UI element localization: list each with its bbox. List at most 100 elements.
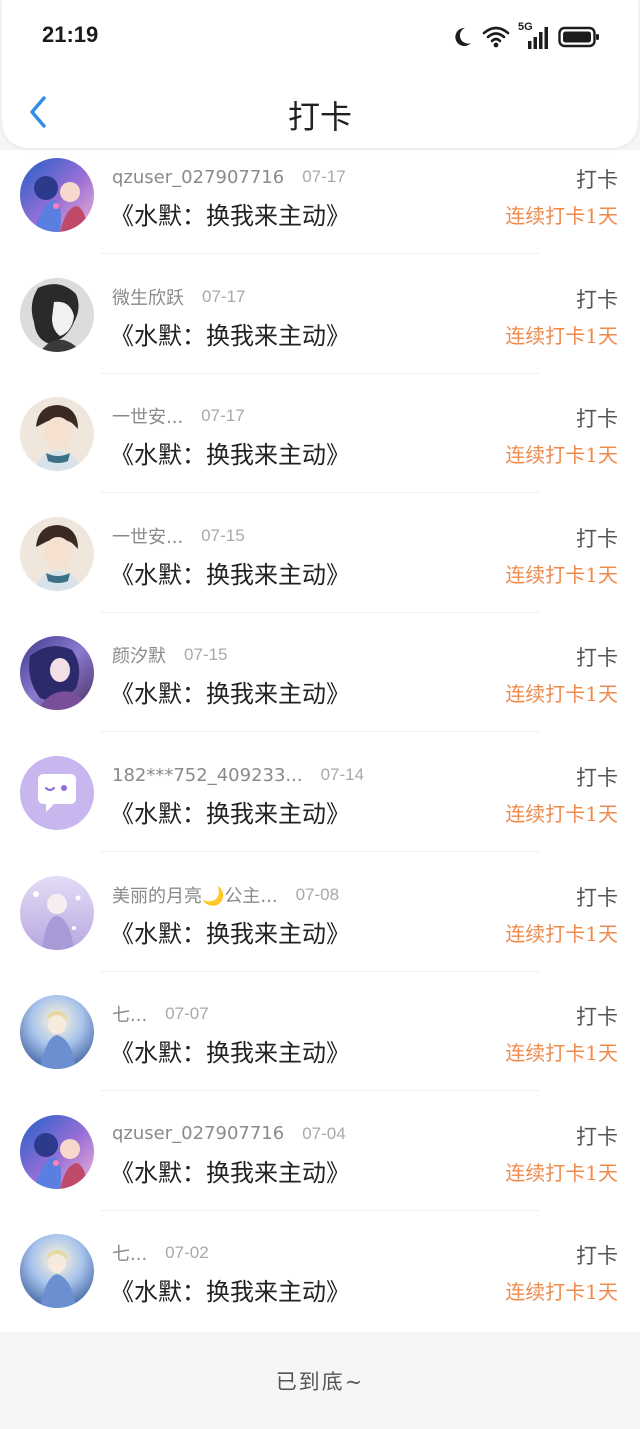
avatar[interactable] — [20, 636, 94, 711]
user-line: 微生欣跃 07-17 — [112, 285, 245, 309]
user-line: qzuser_027907716 07-04 — [112, 1122, 346, 1146]
divider — [100, 372, 540, 374]
book-title[interactable]: 《水默：换我来主动》 — [110, 1272, 350, 1307]
user-line: 美丽的月亮🌙公主... 07-08 — [112, 883, 339, 907]
book-title[interactable]: 《水默：换我来主动》 — [110, 1033, 350, 1068]
username[interactable]: 美丽的月亮🌙公主... — [112, 882, 278, 908]
list-item[interactable]: qzuser_027907716 07-04 《水默：换我来主动》 打卡 连续打… — [0, 1107, 640, 1227]
streak-label: 连续打卡1天 — [505, 1160, 618, 1185]
checkin-list: qzuser_027907716 07-17 《水默：换我来主动》 打卡 连续打… — [0, 150, 640, 1332]
avatar[interactable] — [20, 1234, 94, 1309]
book-title[interactable]: 《水默：换我来主动》 — [110, 674, 350, 709]
username[interactable]: qzuser_027907716 — [112, 1123, 284, 1144]
user-line: 七... 07-02 — [112, 1241, 209, 1265]
nav-bar: 打卡 — [2, 82, 638, 146]
user-line: 颜汐默 07-15 — [112, 643, 227, 667]
username[interactable]: 一世安... — [112, 523, 183, 549]
list-footer: 已到底~ — [0, 1332, 640, 1429]
checkin-date: 07-07 — [165, 1004, 209, 1024]
username[interactable]: 182***752_409233... — [112, 765, 303, 786]
avatar[interactable] — [20, 277, 94, 352]
avatar[interactable] — [20, 875, 94, 950]
checkin-date: 07-08 — [295, 884, 340, 904]
avatar[interactable] — [20, 158, 94, 232]
user-line: qzuser_027907716 07-17 — [112, 165, 346, 189]
list-item[interactable]: 182***752_409233... 07-14 《水默：换我来主动》 打卡 … — [0, 748, 640, 868]
action-label: 打卡 — [576, 885, 618, 910]
page-title: 打卡 — [287, 98, 352, 136]
action-label: 打卡 — [576, 526, 618, 551]
divider — [100, 1090, 540, 1092]
list-item[interactable]: 一世安... 07-15 《水默：换我来主动》 打卡 连续打卡1天 — [0, 509, 640, 629]
divider — [100, 253, 540, 254]
action-label: 打卡 — [576, 287, 618, 312]
action-label: 打卡 — [576, 168, 618, 192]
streak-label: 连续打卡1天 — [505, 921, 618, 946]
streak-label: 连续打卡1天 — [505, 323, 618, 348]
divider — [100, 851, 540, 852]
moon-icon — [450, 25, 474, 49]
action-label: 打卡 — [576, 1005, 618, 1030]
action-label: 打卡 — [576, 1244, 618, 1269]
divider — [100, 492, 540, 494]
status-icons: 5G — [450, 21, 600, 52]
user-line: 一世安... 07-15 — [112, 524, 245, 548]
list-item[interactable]: 微生欣跃 07-17 《水默：换我来主动》 打卡 连续打卡1天 — [0, 270, 640, 390]
divider — [100, 731, 540, 733]
checkin-date: 07-17 — [202, 286, 246, 306]
checkin-date: 07-04 — [302, 1123, 346, 1143]
streak-label: 连续打卡1天 — [505, 1041, 618, 1066]
username[interactable]: 七... — [112, 1240, 147, 1266]
action-label: 打卡 — [576, 646, 618, 671]
action-label: 打卡 — [576, 766, 618, 790]
avatar[interactable] — [20, 397, 94, 472]
divider — [100, 1209, 540, 1211]
book-title[interactable]: 《水默：换我来主动》 — [110, 794, 350, 829]
book-title[interactable]: 《水默：换我来主动》 — [110, 316, 350, 351]
checkin-date: 07-15 — [201, 525, 245, 545]
divider — [100, 611, 540, 613]
divider — [100, 970, 540, 972]
list-item[interactable]: 七... 07-07 《水默：换我来主动》 打卡 连续打卡1天 — [0, 987, 640, 1107]
checkin-date: 07-15 — [184, 645, 228, 665]
user-line: 一世安... 07-17 — [112, 404, 245, 428]
avatar[interactable] — [20, 756, 94, 830]
cellular-signal-icon: 5G — [518, 21, 550, 51]
app-header: 21:19 5G 打卡 — [2, 0, 638, 148]
streak-label: 连续打卡1天 — [505, 443, 618, 468]
streak-label: 连续打卡1天 — [505, 802, 618, 826]
action-label: 打卡 — [576, 407, 618, 432]
list-item[interactable]: qzuser_027907716 07-17 《水默：换我来主动》 打卡 连续打… — [0, 150, 640, 270]
status-time: 21:19 — [42, 22, 99, 47]
username[interactable]: qzuser_027907716 — [112, 167, 284, 188]
list-item[interactable]: 一世安... 07-17 《水默：换我来主动》 打卡 连续打卡1天 — [0, 389, 640, 509]
username[interactable]: 微生欣跃 — [112, 284, 184, 310]
list-item[interactable]: 七... 07-02 《水默：换我来主动》 打卡 连续打卡1天 — [0, 1226, 640, 1332]
status-bar: 21:19 5G — [2, 0, 638, 72]
avatar[interactable] — [20, 516, 94, 591]
book-title[interactable]: 《水默：换我来主动》 — [110, 555, 350, 590]
book-title[interactable]: 《水默：换我来主动》 — [110, 1153, 350, 1188]
username[interactable]: 颜汐默 — [112, 642, 166, 668]
wifi-icon — [482, 25, 510, 49]
streak-label: 连续打卡1天 — [505, 682, 618, 707]
username[interactable]: 七... — [112, 1001, 147, 1027]
end-of-list-text: 已到底~ — [275, 1369, 365, 1394]
battery-icon — [558, 26, 600, 48]
streak-label: 连续打卡1天 — [505, 1280, 618, 1305]
list-item[interactable]: 美丽的月亮🌙公主... 07-08 《水默：换我来主动》 打卡 连续打卡1天 — [0, 868, 640, 988]
user-line: 182***752_409233... 07-14 — [112, 763, 364, 787]
username[interactable]: 一世安... — [112, 403, 183, 429]
user-line: 七... 07-07 — [112, 1002, 209, 1026]
book-title[interactable]: 《水默：换我来主动》 — [110, 435, 350, 470]
avatar[interactable] — [20, 1114, 94, 1189]
avatar[interactable] — [20, 995, 94, 1070]
checkin-date: 07-14 — [320, 765, 365, 784]
book-title[interactable]: 《水默：换我来主动》 — [110, 196, 350, 231]
list-item[interactable]: 颜汐默 07-15 《水默：换我来主动》 打卡 连续打卡1天 — [0, 628, 640, 748]
streak-label: 连续打卡1天 — [505, 562, 618, 587]
streak-label: 连续打卡1天 — [505, 204, 618, 228]
checkin-date: 07-17 — [201, 406, 245, 426]
checkin-date: 07-17 — [302, 167, 346, 186]
book-title[interactable]: 《水默：换我来主动》 — [110, 914, 350, 949]
